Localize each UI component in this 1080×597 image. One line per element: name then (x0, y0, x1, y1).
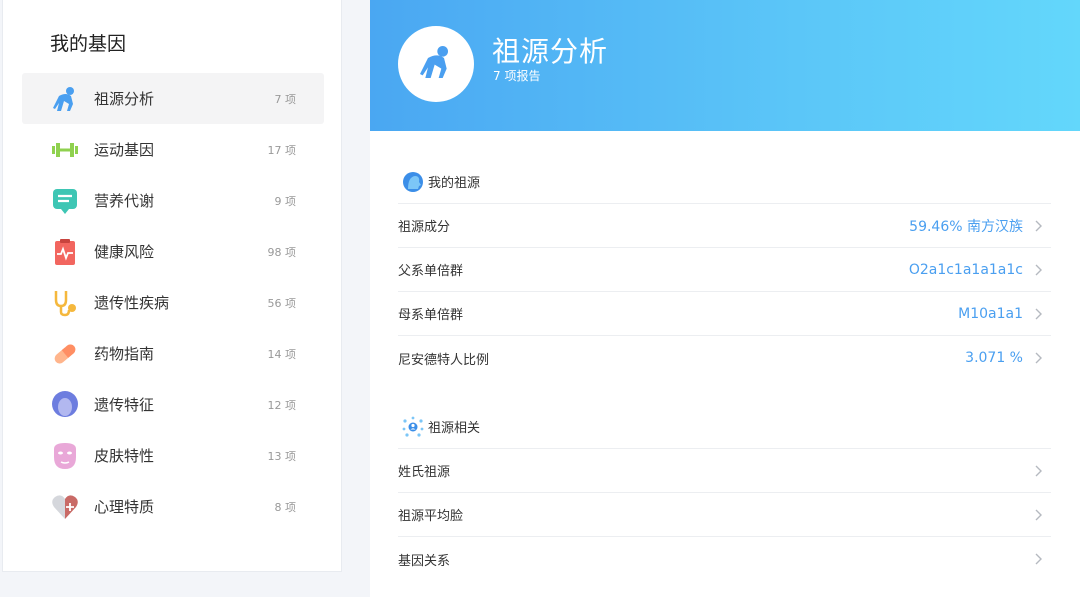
sidebar-item-count: 14 项 (267, 347, 297, 361)
stethoscope-icon (50, 288, 80, 318)
row-label: 祖源成分 (398, 220, 451, 235)
banner-avatar (398, 26, 474, 102)
pill-icon (50, 339, 80, 369)
sidebar-item-label: 营养代谢 (94, 192, 155, 210)
sidebar-item-label: 皮肤特性 (94, 447, 155, 465)
row-label: 祖源平均脸 (398, 509, 464, 524)
report-count: 7 项报告 (493, 69, 541, 83)
sidebar-item-label: 遗传特征 (94, 396, 155, 414)
section-header: 祖源相关 (398, 405, 1051, 449)
row-value: O2a1c1a1a1a1c (908, 261, 1023, 278)
sidebar-item-label: 遗传性疾病 (94, 294, 170, 312)
chevron-right-icon (1033, 553, 1043, 565)
chevron-right-icon (1033, 264, 1043, 276)
section-title: 我的祖源 (428, 176, 481, 191)
sidebar-item-count: 17 项 (267, 143, 297, 157)
sidebar-item-drug-guide[interactable]: 药物指南 14 项 (22, 328, 324, 379)
health-chart-icon (50, 237, 80, 267)
head-profile-icon (402, 171, 424, 193)
sidebar-item-label: 药物指南 (94, 345, 155, 363)
sidebar-item-count: 12 项 (267, 398, 297, 412)
ancestry-related-section: 祖源相关 姓氏祖源 祖源平均脸 基因关系 (398, 405, 1051, 581)
row-value: M10a1a1 (958, 305, 1023, 322)
row-gene-relations[interactable]: 基因关系 (398, 537, 1051, 581)
sidebar-menu: 祖源分析 7 项 运动基因 17 项 营养代谢 9 项 健康风险 98 项 遗传… (22, 73, 324, 532)
sidebar-item-count: 98 项 (267, 245, 297, 259)
row-ancestry-composition[interactable]: 祖源成分 59.46% 南方汉族 (398, 204, 1051, 248)
sidebar-item-psychology[interactable]: 心理特质 8 项 (22, 481, 324, 532)
chevron-right-icon (1033, 509, 1043, 521)
row-label: 母系单倍群 (398, 308, 464, 323)
sidebar-item-count: 9 项 (274, 194, 297, 208)
sidebar-item-label: 健康风险 (94, 243, 155, 261)
row-value: 59.46% 南方汉族 (909, 218, 1023, 235)
section-header: 我的祖源 (398, 160, 1051, 204)
page-title: 祖源分析 (492, 35, 609, 68)
row-neanderthal-ratio[interactable]: 尼安德特人比例 3.071 % (398, 336, 1051, 380)
dumbbell-icon (50, 135, 80, 165)
chevron-right-icon (1033, 308, 1043, 320)
sidebar-item-label: 心理特质 (94, 498, 155, 516)
sidebar-item-label: 祖源分析 (94, 90, 155, 108)
face-icon (50, 390, 80, 420)
sidebar-item-genetic-disease[interactable]: 遗传性疾病 56 项 (22, 277, 324, 328)
ape-icon (416, 42, 456, 86)
mask-icon (50, 441, 80, 471)
sidebar-item-label: 运动基因 (94, 141, 155, 159)
row-maternal-haplogroup[interactable]: 母系单倍群 M10a1a1 (398, 292, 1051, 336)
my-ancestry-section: 我的祖源 祖源成分 59.46% 南方汉族 父系单倍群 O2a1c1a1a1a1… (398, 160, 1051, 380)
sidebar-item-skin[interactable]: 皮肤特性 13 项 (22, 430, 324, 481)
sidebar-item-ancestry[interactable]: 祖源分析 7 项 (22, 73, 324, 124)
row-value: 3.071 % (965, 350, 1023, 366)
sidebar-item-count: 56 项 (267, 296, 297, 310)
ape-icon (50, 84, 80, 114)
sidebar-item-genetic-traits[interactable]: 遗传特征 12 项 (22, 379, 324, 430)
row-average-face[interactable]: 祖源平均脸 (398, 493, 1051, 537)
network-person-icon (402, 416, 424, 438)
chevron-right-icon (1033, 465, 1043, 477)
sidebar-item-sports[interactable]: 运动基因 17 项 (22, 124, 324, 175)
sidebar-title: 我的基因 (50, 33, 127, 55)
row-label: 父系单倍群 (398, 264, 464, 279)
sidebar-item-count: 8 项 (274, 500, 297, 514)
chevron-right-icon (1033, 352, 1043, 364)
sidebar-item-nutrition[interactable]: 营养代谢 9 项 (22, 175, 324, 226)
heart-plus-icon (50, 492, 80, 522)
row-paternal-haplogroup[interactable]: 父系单倍群 O2a1c1a1a1a1c (398, 248, 1051, 292)
chevron-right-icon (1033, 220, 1043, 232)
sidebar-item-health-risk[interactable]: 健康风险 98 项 (22, 226, 324, 277)
nutrition-icon (50, 186, 80, 216)
row-label: 尼安德特人比例 (398, 352, 490, 368)
sidebar-item-count: 7 项 (274, 92, 297, 106)
row-label: 姓氏祖源 (398, 465, 451, 480)
row-label: 基因关系 (398, 553, 451, 569)
sidebar: 我的基因 祖源分析 7 项 运动基因 17 项 营养代谢 9 项 健康风险 98… (2, 0, 342, 572)
section-title: 祖源相关 (428, 421, 481, 436)
main-panel: 祖源分析 7 项报告 我的祖源 祖源成分 59.46% 南方汉族 父系单倍群 O… (370, 0, 1080, 597)
sidebar-item-count: 13 项 (267, 449, 297, 463)
report-banner: 祖源分析 7 项报告 (370, 0, 1080, 131)
row-surname-ancestry[interactable]: 姓氏祖源 (398, 449, 1051, 493)
